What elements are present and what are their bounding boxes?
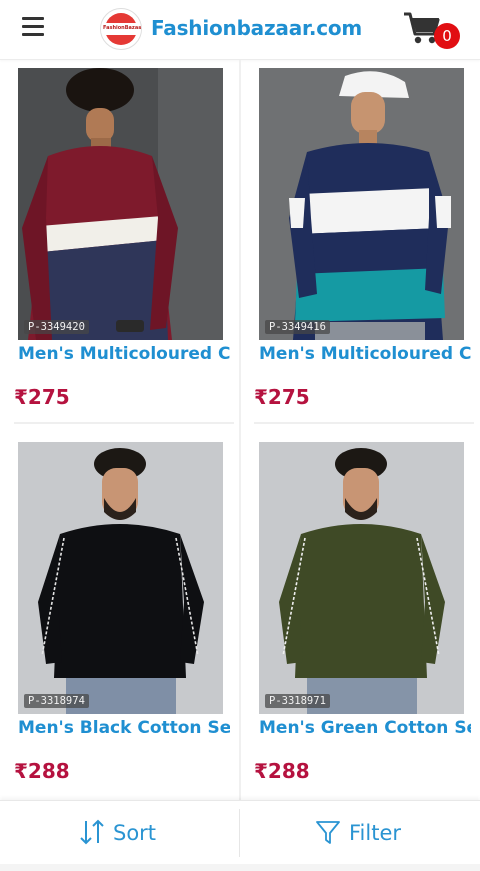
product-title[interactable]: Men's Green Cotton Se...	[259, 718, 471, 738]
brand-logo[interactable]: FashionBazaar	[100, 8, 142, 50]
product-id: P-3318971	[265, 694, 330, 708]
product-image[interactable]: P-3349416	[259, 68, 464, 340]
product-id: P-3349420	[24, 320, 89, 334]
bottom-strip	[0, 864, 480, 871]
hamburger-menu-icon[interactable]	[22, 17, 48, 39]
sort-arrows-icon	[78, 818, 106, 851]
product-title[interactable]: Men's Multicoloured C...	[259, 344, 471, 364]
product-grid: P-3349420 Men's Multicoloured C... ₹275	[0, 60, 480, 800]
funnel-filter-icon	[314, 818, 342, 851]
product-card[interactable]: P-3318971 Men's Green Cotton Se... ₹288	[240, 434, 480, 808]
product-id: P-3318974	[24, 694, 89, 708]
product-price: ₹275	[14, 385, 70, 409]
product-card[interactable]: P-3318974 Men's Black Cotton Sel... ₹288	[0, 434, 240, 808]
sort-label: Sort	[113, 821, 157, 845]
filter-label: Filter	[349, 821, 402, 845]
product-listing-page: FashionBazaar Fashionbazaar.com 0 P-3349…	[0, 0, 480, 871]
product-card[interactable]: P-3349416 Men's Multicoloured C... ₹275	[240, 60, 480, 434]
top-header: FashionBazaar Fashionbazaar.com 0	[0, 0, 480, 60]
filter-button[interactable]: Filter	[240, 801, 480, 865]
sort-filter-bar: Sort Filter	[0, 800, 480, 864]
product-image[interactable]: P-3318974	[18, 442, 223, 714]
cart-count-badge: 0	[434, 23, 460, 49]
row-divider	[254, 422, 474, 424]
logo-text: FashionBazaar	[103, 25, 142, 31]
site-title[interactable]: Fashionbazaar.com	[151, 16, 362, 40]
row-divider	[14, 422, 234, 424]
product-image[interactable]: P-3318971	[259, 442, 464, 714]
product-card[interactable]: P-3349420 Men's Multicoloured C... ₹275	[0, 60, 240, 434]
product-price: ₹288	[14, 759, 70, 783]
product-price: ₹288	[254, 759, 310, 783]
product-title[interactable]: Men's Multicoloured C...	[18, 344, 230, 364]
product-id: P-3349416	[265, 320, 330, 334]
sort-button[interactable]: Sort	[0, 801, 240, 865]
product-price: ₹275	[254, 385, 310, 409]
product-image[interactable]: P-3349420	[18, 68, 223, 340]
product-title[interactable]: Men's Black Cotton Sel...	[18, 718, 230, 738]
